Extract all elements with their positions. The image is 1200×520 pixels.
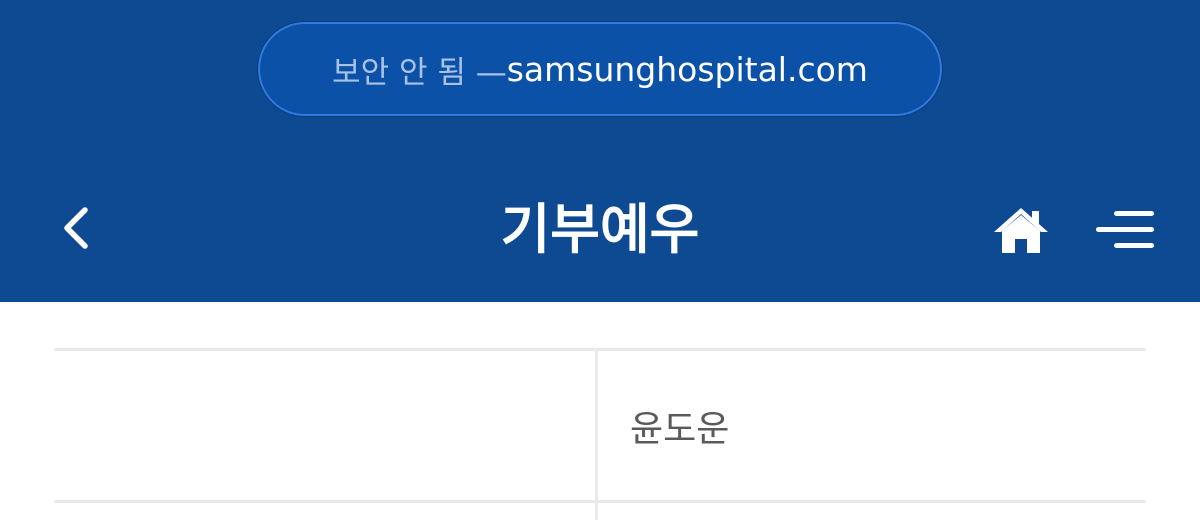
menu-button[interactable] (1090, 198, 1160, 262)
address-bar[interactable]: 보안 안 됨 — samsunghospital.com (258, 22, 942, 116)
back-button[interactable] (48, 200, 104, 256)
app-header: 보안 안 됨 — samsunghospital.com 기부예우 (0, 0, 1200, 302)
content-area: 윤도운 (0, 302, 1200, 520)
home-button[interactable] (986, 198, 1056, 262)
table-row (54, 503, 1146, 520)
page-title: 기부예우 (500, 198, 700, 261)
table-label-cell (54, 503, 598, 520)
info-table: 윤도운 (54, 348, 1146, 520)
insecure-warning-text: 보안 안 됨 — (332, 54, 507, 91)
url-domain-text: samsunghospital.com (506, 49, 868, 89)
chevron-left-icon (64, 207, 88, 249)
nav-bar: 기부예우 (0, 170, 1200, 290)
table-label-cell (54, 351, 598, 500)
page: 보안 안 됨 — samsunghospital.com 기부예우 윤도운 (0, 0, 1200, 520)
home-icon (994, 208, 1048, 253)
table-row: 윤도운 (54, 351, 1146, 503)
table-value-cell: 윤도운 (630, 408, 730, 450)
menu-icon (1096, 211, 1154, 248)
